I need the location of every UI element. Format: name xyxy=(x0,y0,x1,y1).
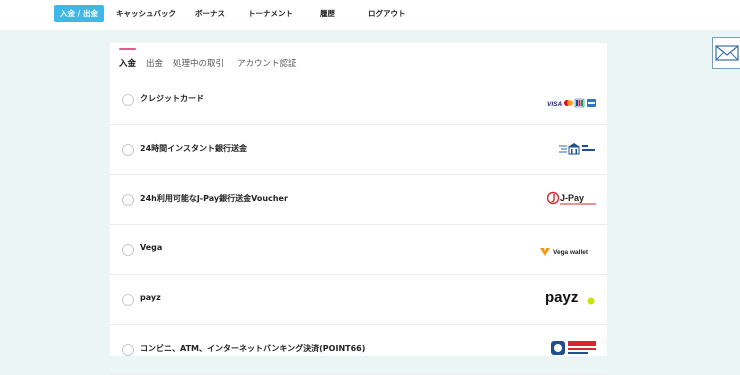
svg-text:VISA: VISA xyxy=(547,101,562,108)
payment-method-instant-bank[interactable]: 24時間インスタント銀行送金 xyxy=(110,124,607,175)
payment-method-point66[interactable]: コンビニ、ATM、インターネットバンキング決済(POINT66) xyxy=(110,324,607,375)
payment-method-jpay[interactable]: 24h利用可能なJ-Pay銀行送金Voucher J-Pay xyxy=(110,174,607,225)
nav-history[interactable]: 履歴 xyxy=(320,5,335,22)
active-tab-indicator xyxy=(119,48,136,50)
method-label: コンビニ、ATM、インターネットバンキング決済(POINT66) xyxy=(140,344,366,353)
tab-deposit[interactable]: 入金 xyxy=(119,57,136,69)
payz-logo: payz xyxy=(545,288,597,308)
payment-method-credit-card[interactable]: クレジットカード VISA xyxy=(110,74,607,125)
payment-method-payz[interactable]: payz payz xyxy=(110,274,607,325)
card-brands-logo: VISA xyxy=(547,94,597,108)
vega-wallet-logo: Vega wallet xyxy=(539,242,597,256)
method-radio[interactable] xyxy=(122,144,134,156)
nav-cashback[interactable]: キャッシュバック xyxy=(116,5,176,22)
method-radio[interactable] xyxy=(122,94,134,106)
payment-panel: 入金 出金 処理中の取引 アカウント認証 クレジットカード VISA 24時間イ… xyxy=(110,43,607,375)
method-radio[interactable] xyxy=(122,294,134,306)
tab-withdraw[interactable]: 出金 xyxy=(146,57,163,69)
point66-logo xyxy=(551,339,597,357)
method-label: 24時間インスタント銀行送金 xyxy=(140,144,247,153)
method-label: payz xyxy=(140,293,161,302)
nav-logout[interactable]: ログアウト xyxy=(368,5,406,22)
vega-logo-text: Vega wallet xyxy=(553,249,589,256)
payz-logo-text: payz xyxy=(545,289,578,306)
nav-tournament[interactable]: トーナメント xyxy=(248,5,293,22)
jpay-logo: J-Pay xyxy=(546,190,597,207)
method-label: 24h利用可能なJ-Pay銀行送金Voucher xyxy=(140,194,288,203)
top-navigation: 入金 / 出金 キャッシュバック ボーナス トーナメント 履歴 ログアウト xyxy=(0,0,740,30)
method-label: Vega xyxy=(140,243,163,252)
payment-method-vega[interactable]: Vega Vega wallet xyxy=(110,224,607,275)
bank-transfer-logo xyxy=(559,141,597,157)
method-radio[interactable] xyxy=(122,194,134,206)
method-label: クレジットカード xyxy=(140,94,204,103)
mail-icon xyxy=(715,45,739,61)
nav-deposit-withdraw[interactable]: 入金 / 出金 xyxy=(54,5,104,22)
tab-account-verification[interactable]: アカウント認証 xyxy=(237,57,297,69)
contact-mail-button[interactable] xyxy=(712,37,740,69)
method-radio[interactable] xyxy=(122,244,134,256)
nav-bonus[interactable]: ボーナス xyxy=(195,5,225,22)
jpay-logo-text: J-Pay xyxy=(560,193,584,203)
method-radio[interactable] xyxy=(122,344,134,356)
tab-pending-transactions[interactable]: 処理中の取引 xyxy=(173,57,224,69)
